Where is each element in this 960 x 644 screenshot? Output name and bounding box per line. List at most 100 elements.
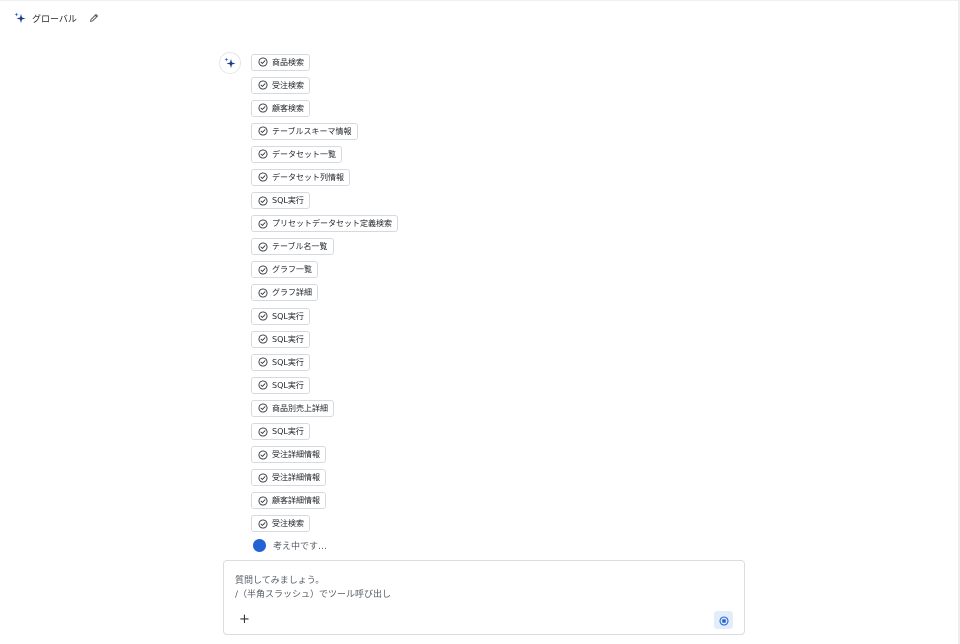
check-circle-icon xyxy=(258,403,268,413)
thinking-dot xyxy=(253,539,266,552)
tool-call-chip[interactable]: SQL実行 xyxy=(251,423,310,440)
tool-call-chip[interactable]: 商品別売上詳細 xyxy=(251,399,334,417)
tool-call-item: 顧客検索 xyxy=(251,98,398,121)
tool-call-item: 商品別売上詳細 xyxy=(251,398,398,421)
tool-call-item: SQL実行 xyxy=(251,306,398,329)
tool-call-chip[interactable]: データセット一覧 xyxy=(251,145,342,163)
tool-call-label: テーブル名一覧 xyxy=(272,242,328,252)
check-circle-icon xyxy=(258,219,268,229)
tool-call-label: データセット列情報 xyxy=(272,172,344,182)
stop-icon xyxy=(718,611,729,630)
placeholder-line-1: 質問してみましょう。 xyxy=(235,576,325,586)
check-circle-icon xyxy=(258,357,268,367)
assistant-avatar xyxy=(219,52,241,74)
tool-call-label: SQL実行 xyxy=(272,334,304,344)
thinking-label: 考え中です… xyxy=(273,542,328,552)
composer-placeholder[interactable]: 質問してみましょう。 /（半角スラッシュ）でツール呼び出し xyxy=(235,574,391,602)
check-circle-icon xyxy=(258,57,268,67)
tool-call-item: 顧客詳細情報 xyxy=(251,491,398,514)
tool-call-item: 商品検索 xyxy=(251,52,398,75)
tool-call-label: 受注詳細情報 xyxy=(272,473,320,483)
tool-call-label: データセット一覧 xyxy=(272,149,336,159)
check-circle-icon xyxy=(258,288,268,298)
tool-call-chip[interactable]: データセット列情報 xyxy=(251,168,350,186)
tool-call-chip[interactable]: SQL実行 xyxy=(251,376,310,394)
tool-call-chip[interactable]: SQL実行 xyxy=(251,192,310,210)
check-circle-icon xyxy=(258,334,268,344)
tool-call-chip[interactable]: グラフ詳細 xyxy=(251,284,318,302)
tool-call-label: SQL実行 xyxy=(272,357,304,367)
tool-call-item: グラフ詳細 xyxy=(251,283,398,306)
thinking-indicator: 考え中です… xyxy=(253,539,327,552)
check-circle-icon xyxy=(258,311,268,321)
tool-call-item: データセット一覧 xyxy=(251,144,398,167)
check-circle-icon xyxy=(258,265,268,275)
check-circle-icon xyxy=(258,473,268,483)
check-circle-icon xyxy=(258,103,268,113)
tool-call-chip[interactable]: 商品検索 xyxy=(251,53,310,71)
tool-call-label: 受注検索 xyxy=(272,519,304,529)
stop-button[interactable] xyxy=(714,611,733,629)
tool-call-item: プリセットデータセット定義検索 xyxy=(251,214,398,237)
add-button[interactable]: + xyxy=(239,613,250,627)
header: グローバル xyxy=(14,10,99,26)
tool-call-chip[interactable]: プリセットデータセット定義検索 xyxy=(251,215,398,233)
tool-call-chip[interactable]: SQL実行 xyxy=(251,307,310,325)
tool-call-item: 受注検索 xyxy=(251,514,398,537)
check-circle-icon xyxy=(258,519,268,529)
tool-call-label: 商品検索 xyxy=(272,57,304,67)
tool-call-item: SQL実行 xyxy=(251,422,398,445)
tool-call-label: SQL実行 xyxy=(272,380,304,390)
check-circle-icon xyxy=(258,196,268,206)
tool-call-chip[interactable]: テーブル名一覧 xyxy=(251,238,334,256)
tool-call-item: 受注詳細情報 xyxy=(251,468,398,491)
chat-composer[interactable]: 質問してみましょう。 /（半角スラッシュ）でツール呼び出し + xyxy=(223,560,745,635)
tool-call-label: プリセットデータセット定義検索 xyxy=(272,219,392,229)
check-circle-icon xyxy=(258,126,268,136)
page-title: グローバル xyxy=(32,14,77,25)
check-circle-icon xyxy=(258,172,268,183)
tool-call-label: 顧客詳細情報 xyxy=(272,496,320,506)
check-circle-icon xyxy=(258,380,268,390)
tool-call-label: 商品別売上詳細 xyxy=(272,403,328,413)
tool-call-item: テーブル名一覧 xyxy=(251,237,398,260)
pencil-icon[interactable] xyxy=(89,13,99,23)
tool-call-label: テーブルスキーマ情報 xyxy=(272,126,352,136)
tool-call-item: SQL実行 xyxy=(251,375,398,398)
sparkle-icon xyxy=(224,54,236,73)
tool-call-chip[interactable]: テーブルスキーマ情報 xyxy=(251,122,358,140)
tool-call-label: グラフ一覧 xyxy=(272,265,312,275)
tool-call-chip[interactable]: 顧客詳細情報 xyxy=(251,492,326,510)
tool-call-label: SQL実行 xyxy=(272,311,304,321)
check-circle-icon xyxy=(258,80,268,90)
top-border xyxy=(0,0,960,1)
tool-call-label: 受注検索 xyxy=(272,80,304,90)
tool-call-item: 受注検索 xyxy=(251,75,398,98)
check-circle-icon xyxy=(258,149,268,159)
tool-call-label: グラフ詳細 xyxy=(272,288,312,298)
tool-call-chip[interactable]: 受注詳細情報 xyxy=(251,446,326,464)
tool-call-chip[interactable]: SQL実行 xyxy=(251,353,310,371)
tool-call-item: 受注詳細情報 xyxy=(251,445,398,468)
tool-call-item: SQL実行 xyxy=(251,352,398,375)
tool-call-item: SQL実行 xyxy=(251,191,398,214)
check-circle-icon xyxy=(258,496,268,506)
tool-call-item: グラフ一覧 xyxy=(251,260,398,283)
placeholder-line-2: /（半角スラッシュ）でツール呼び出し xyxy=(235,590,392,600)
tool-call-label: 顧客検索 xyxy=(272,103,304,113)
sparkle-icon xyxy=(14,9,26,28)
tool-call-label: SQL実行 xyxy=(272,196,304,206)
tool-call-label: 受注詳細情報 xyxy=(272,450,320,460)
tool-call-chip[interactable]: 受注詳細情報 xyxy=(251,469,326,487)
tool-call-item: SQL実行 xyxy=(251,329,398,352)
check-circle-icon xyxy=(258,450,268,460)
tool-call-chip[interactable]: 顧客検索 xyxy=(251,99,310,117)
tool-call-item: データセット列情報 xyxy=(251,167,398,190)
tool-call-chip[interactable]: SQL実行 xyxy=(251,330,310,348)
tool-call-label: SQL実行 xyxy=(272,427,304,436)
tool-call-chip[interactable]: 受注検索 xyxy=(251,515,310,533)
check-circle-icon xyxy=(258,242,268,252)
tool-call-list: 商品検索 受注検索 顧客検索 テーブルスキーマ情報 データセット一覧 データセット列情報 S… xyxy=(251,52,398,537)
tool-call-chip[interactable]: グラフ一覧 xyxy=(251,261,318,279)
tool-call-chip[interactable]: 受注検索 xyxy=(251,76,310,94)
